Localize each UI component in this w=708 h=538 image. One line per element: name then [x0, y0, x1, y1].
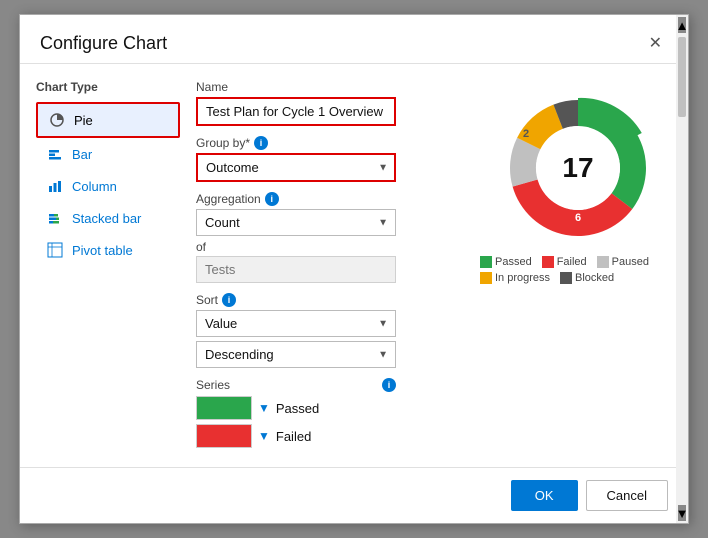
legend-label-failed: Failed — [557, 256, 587, 268]
column-icon — [46, 177, 64, 195]
dialog-body: Chart Type Pie B — [20, 64, 688, 467]
chart-type-panel: Chart Type Pie B — [20, 80, 180, 467]
legend-dot-passed — [480, 256, 492, 268]
chart-type-bar[interactable]: Bar — [36, 138, 180, 170]
series-label-passed: Passed — [276, 401, 319, 416]
sort-value-select-wrapper: Value ▼ — [196, 310, 396, 337]
aggregation-select[interactable]: Count — [196, 209, 396, 236]
series-info-icon[interactable]: i — [382, 378, 396, 392]
seg-label-6bottom: 6 — [575, 212, 581, 224]
legend-dot-paused — [597, 256, 609, 268]
dialog-footer: OK Cancel — [20, 467, 688, 523]
legend-failed: Failed — [542, 256, 587, 268]
donut-center-value: 17 — [562, 152, 593, 184]
group-by-select[interactable]: Outcome — [196, 153, 396, 182]
sort-label: Sort i — [196, 293, 452, 307]
legend-passed: Passed — [480, 256, 532, 268]
legend-label-inprogress: In progress — [495, 272, 550, 284]
pivot-table-icon — [46, 241, 64, 259]
column-label: Column — [72, 179, 117, 194]
chart-type-pie[interactable]: Pie — [36, 102, 180, 138]
chart-type-label: Chart Type — [36, 80, 180, 94]
dialog-header: Configure Chart ✕ — [20, 15, 688, 64]
aggregation-select-wrapper: Count ▼ — [196, 209, 396, 236]
legend-inprogress: In progress — [480, 272, 550, 284]
ok-button[interactable]: OK — [511, 480, 578, 511]
seg-label-6right: 6 — [653, 136, 659, 148]
series-label-row: Series i — [196, 378, 396, 392]
series-chevron-failed[interactable]: ▼ — [258, 429, 270, 443]
sort-dir-select[interactable]: Descending — [196, 341, 396, 368]
series-label-failed: Failed — [276, 429, 311, 444]
series-color-failed[interactable] — [196, 424, 252, 448]
close-button[interactable]: ✕ — [643, 31, 668, 55]
pie-icon — [48, 111, 66, 129]
dialog-title: Configure Chart — [40, 33, 167, 54]
donut-chart: 17 1 6 2 2 6 — [493, 88, 663, 248]
chart-preview-panel: 17 1 6 2 2 6 Passed Failed — [468, 80, 688, 467]
legend-label-paused: Paused — [612, 256, 649, 268]
aggregation-label: Aggregation i — [196, 192, 452, 206]
group-by-select-wrapper: Outcome ▼ — [196, 153, 396, 182]
sort-dir-select-wrapper: Descending ▼ — [196, 341, 396, 368]
series-chevron-passed[interactable]: ▼ — [258, 401, 270, 415]
group-by-label: Group by* i — [196, 136, 452, 150]
scrollbar-thumb[interactable] — [678, 64, 686, 117]
sort-info-icon[interactable]: i — [222, 293, 236, 307]
pie-label: Pie — [74, 113, 93, 128]
name-field-label: Name — [196, 80, 452, 94]
name-input[interactable] — [196, 97, 396, 126]
sort-value-select[interactable]: Value — [196, 310, 396, 337]
of-label: of — [196, 240, 452, 254]
config-panel: Name Group by* i Outcome ▼ Aggregation i… — [180, 80, 468, 467]
of-input — [196, 256, 396, 283]
chart-type-stacked-bar[interactable]: Stacked bar — [36, 202, 180, 234]
chart-legend: Passed Failed Paused In progress Blocked — [476, 256, 680, 284]
legend-paused: Paused — [597, 256, 649, 268]
group-by-info-icon[interactable]: i — [254, 136, 268, 150]
cancel-button[interactable]: Cancel — [586, 480, 668, 511]
series-color-passed[interactable] — [196, 396, 252, 420]
aggregation-info-icon[interactable]: i — [265, 192, 279, 206]
stacked-bar-icon — [46, 209, 64, 227]
stacked-bar-label: Stacked bar — [72, 211, 141, 226]
seg-label-2left: 2 — [497, 166, 503, 178]
pivot-table-label: Pivot table — [72, 243, 133, 258]
bar-label: Bar — [72, 147, 92, 162]
scrollbar[interactable]: ▲ ▼ — [676, 64, 688, 467]
legend-dot-failed — [542, 256, 554, 268]
legend-dot-inprogress — [480, 272, 492, 284]
legend-dot-blocked — [560, 272, 572, 284]
chart-type-column[interactable]: Column — [36, 170, 180, 202]
seg-label-2top: 2 — [523, 128, 529, 140]
legend-blocked: Blocked — [560, 272, 614, 284]
legend-label-passed: Passed — [495, 256, 532, 268]
chart-type-pivot-table[interactable]: Pivot table — [36, 234, 180, 266]
configure-chart-dialog: Configure Chart ✕ Chart Type Pie — [19, 14, 689, 524]
bar-icon — [46, 145, 64, 163]
series-row-passed: ▼ Passed — [196, 396, 452, 420]
series-row-failed: ▼ Failed — [196, 424, 452, 448]
seg-label-1: 1 — [639, 110, 645, 122]
legend-label-blocked: Blocked — [575, 272, 614, 284]
